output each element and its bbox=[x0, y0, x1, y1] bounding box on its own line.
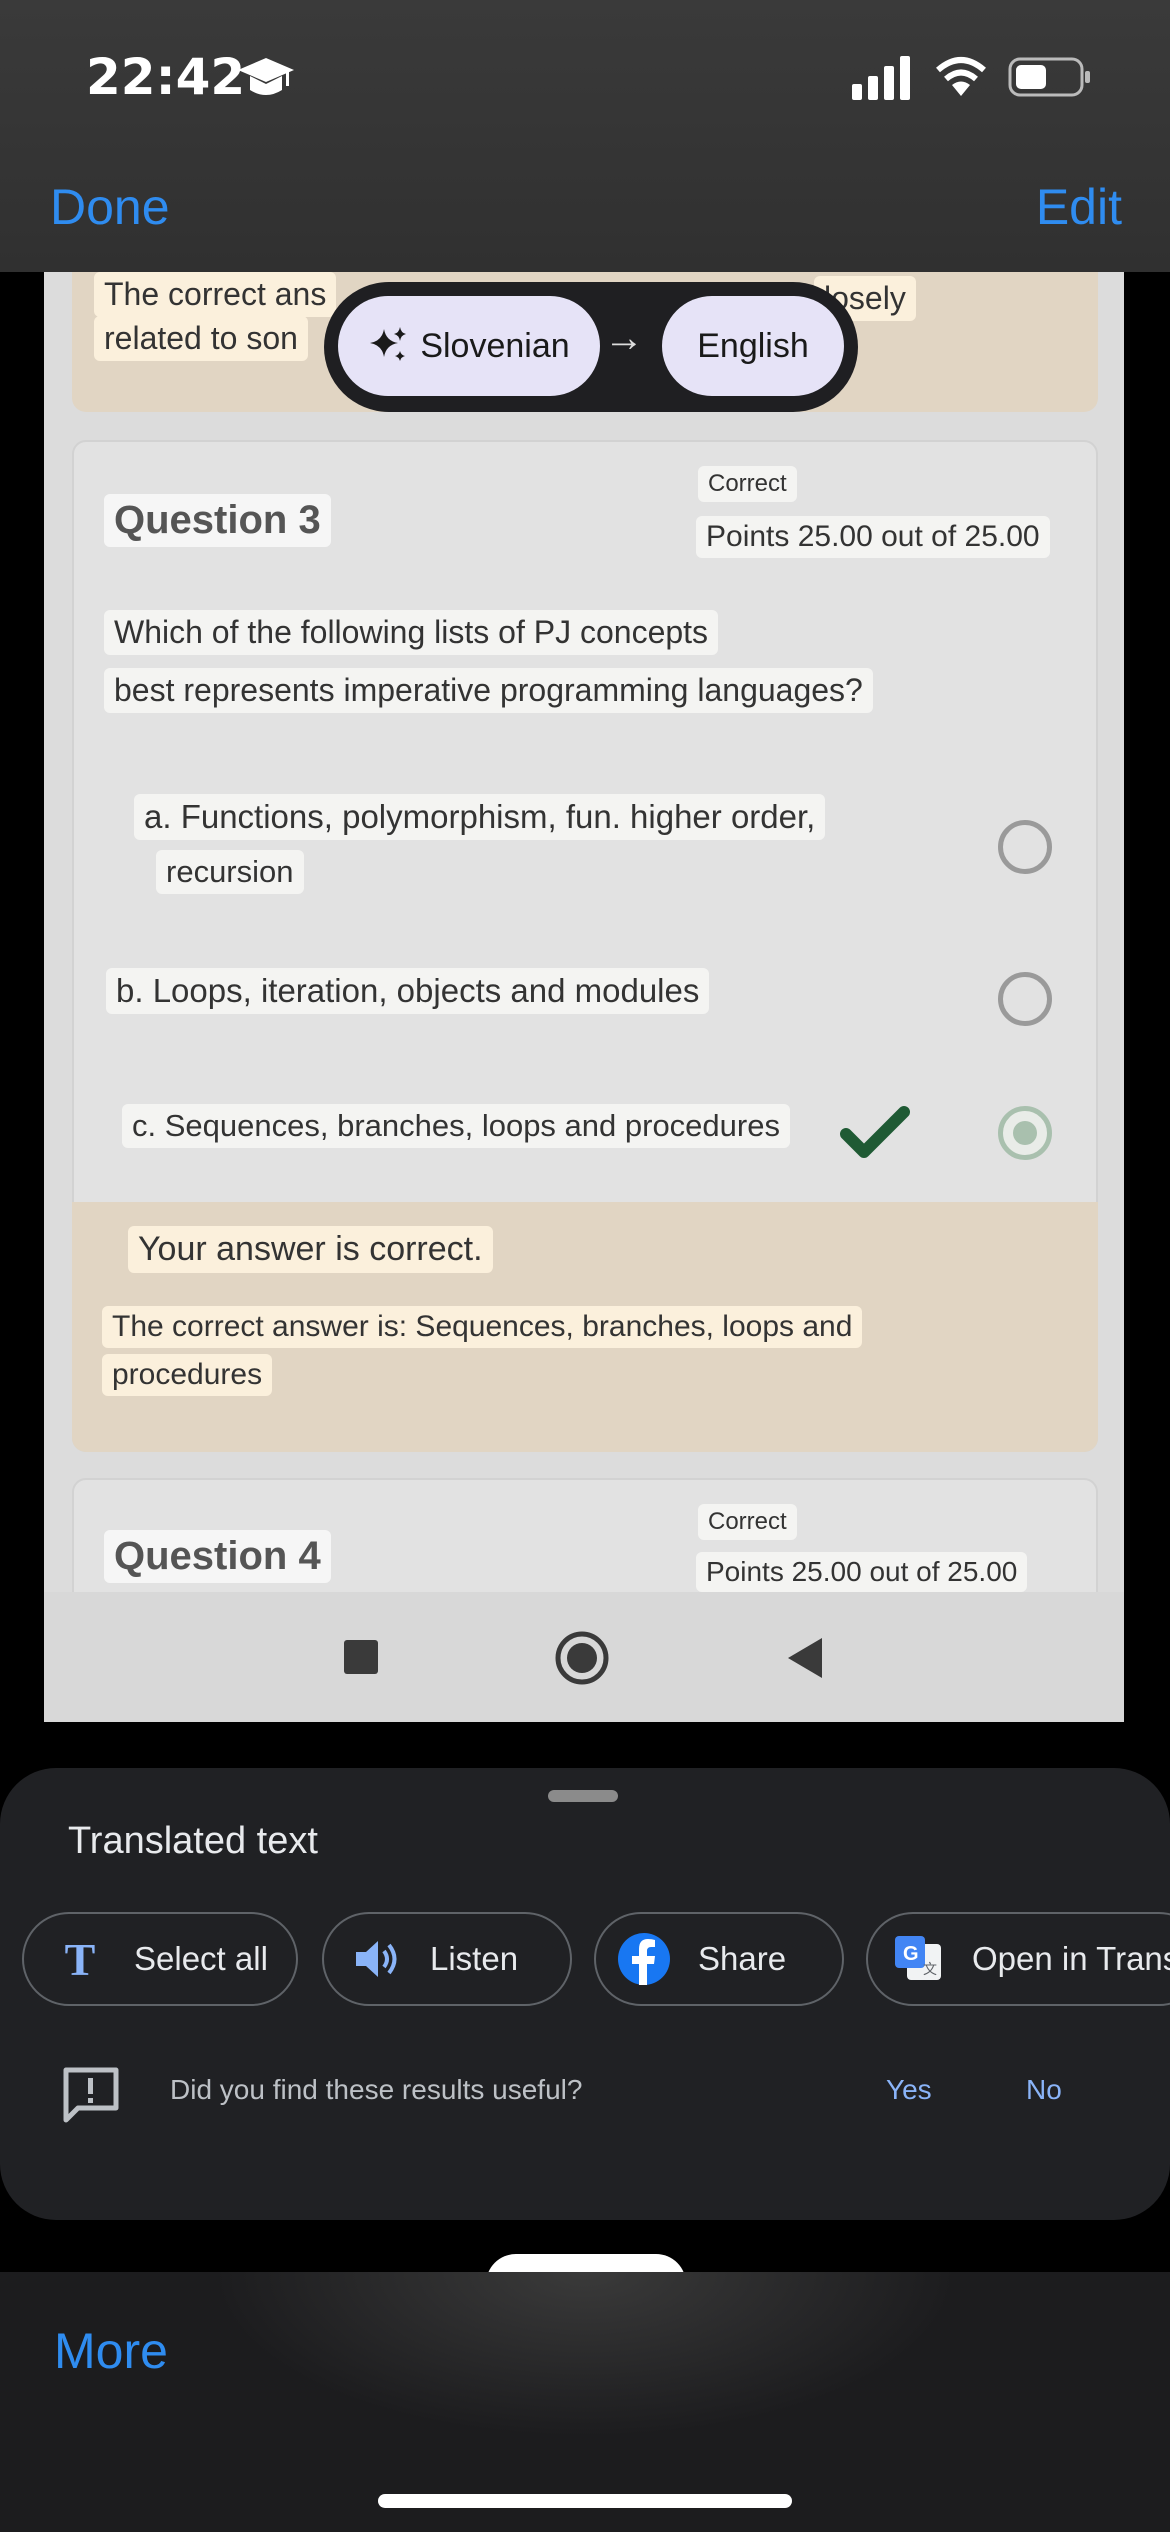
status-time: 22:42 bbox=[86, 48, 246, 106]
prev-feedback-line2: related to son bbox=[94, 316, 308, 361]
svg-text:文: 文 bbox=[923, 1961, 937, 1977]
google-translate-icon: G 文 bbox=[890, 1931, 946, 1987]
open-in-translate-button[interactable]: G 文 Open in Trans bbox=[866, 1912, 1170, 2006]
option-c-label[interactable]: c. Sequences, branches, loops and proced… bbox=[122, 1104, 790, 1148]
question-3-card: Question 3 Correct Points 25.00 out of 2… bbox=[72, 440, 1098, 1452]
back-triangle-icon bbox=[788, 1638, 822, 1678]
svg-text:G: G bbox=[903, 1943, 919, 1965]
option-b-radio[interactable] bbox=[998, 972, 1052, 1026]
arrow-right-icon: → bbox=[604, 316, 644, 360]
question-3-points: Points 25.00 out of 25.00 bbox=[696, 516, 1050, 558]
done-button[interactable]: Done bbox=[50, 178, 170, 236]
speaker-icon bbox=[348, 1931, 404, 1987]
home-indicator[interactable] bbox=[378, 2494, 792, 2508]
target-language-chip[interactable]: English bbox=[662, 296, 844, 396]
listen-label: Listen bbox=[430, 1940, 519, 1977]
select-all-label: Select all bbox=[134, 1940, 268, 1977]
sheet-grabber[interactable] bbox=[548, 1790, 618, 1802]
language-selector: Slovenian → English bbox=[324, 282, 858, 412]
open-in-translate-label: Open in Trans bbox=[972, 1940, 1170, 1977]
facebook-icon bbox=[616, 1931, 672, 1987]
screenshot-image: The correct ans losely related to son Sl… bbox=[44, 272, 1124, 1722]
target-language: English bbox=[697, 326, 809, 365]
source-language-chip[interactable]: Slovenian bbox=[338, 296, 600, 396]
check-icon bbox=[840, 1106, 910, 1158]
no-button[interactable]: No bbox=[1026, 2074, 1062, 2106]
question-4-status: Correct bbox=[698, 1504, 797, 1540]
source-language: Slovenian bbox=[420, 326, 570, 365]
wifi-icon bbox=[936, 57, 986, 96]
question-3-status: Correct bbox=[698, 466, 797, 502]
recents-square-icon bbox=[344, 1640, 378, 1674]
sheet-title: Translated text bbox=[68, 1820, 318, 1862]
option-a-radio[interactable] bbox=[998, 820, 1052, 874]
listen-button[interactable]: Listen bbox=[322, 1912, 572, 2006]
battery-icon bbox=[1008, 57, 1090, 97]
question-3-prompt-line2: best represents imperative programming l… bbox=[104, 668, 873, 713]
cellular-signal-icon bbox=[852, 56, 910, 100]
android-nav-bar bbox=[44, 1592, 1124, 1722]
question-4-title: Question 4 bbox=[104, 1530, 331, 1583]
bottom-toolbar: More bbox=[0, 2272, 1170, 2532]
feedback-title: Your answer is correct. bbox=[128, 1226, 493, 1273]
option-a-line1[interactable]: a. Functions, polymorphism, fun. higher … bbox=[134, 794, 826, 840]
feedback-prompt: Did you find these results useful? bbox=[170, 2074, 583, 2105]
option-a-line2[interactable]: recursion bbox=[156, 850, 304, 894]
question-3-prompt-line1: Which of the following lists of PJ conce… bbox=[104, 610, 719, 655]
share-label: Share bbox=[698, 1940, 787, 1977]
select-all-button[interactable]: T Select all bbox=[22, 1912, 298, 2006]
question-3-feedback: Your answer is correct. The correct answ… bbox=[72, 1202, 1098, 1452]
feedback-line2: procedures bbox=[102, 1354, 273, 1396]
share-button[interactable]: Share bbox=[594, 1912, 844, 2006]
question-3-title: Question 3 bbox=[104, 494, 331, 547]
more-button[interactable]: More bbox=[54, 2322, 168, 2380]
translated-text-sheet: Translated text T Select all Listen Shar… bbox=[0, 1768, 1170, 2220]
yes-button[interactable]: Yes bbox=[886, 2074, 932, 2106]
feedback-icon bbox=[63, 2067, 119, 2123]
option-c-radio[interactable] bbox=[998, 1106, 1052, 1160]
top-bar: 22:42 Done Edit bbox=[0, 0, 1170, 272]
sparkle-icon bbox=[370, 327, 407, 361]
edit-button[interactable]: Edit bbox=[1036, 178, 1122, 236]
text-t-icon: T bbox=[64, 1933, 96, 1985]
graduation-cap-icon bbox=[238, 58, 294, 95]
prev-feedback-line1: The correct ans bbox=[94, 272, 337, 317]
home-circle-icon bbox=[555, 1631, 609, 1685]
feedback-line1: The correct answer is: Sequences, branch… bbox=[102, 1306, 863, 1348]
option-b-label[interactable]: b. Loops, iteration, objects and modules bbox=[106, 968, 710, 1014]
question-4-points: Points 25.00 out of 25.00 bbox=[696, 1552, 1028, 1592]
